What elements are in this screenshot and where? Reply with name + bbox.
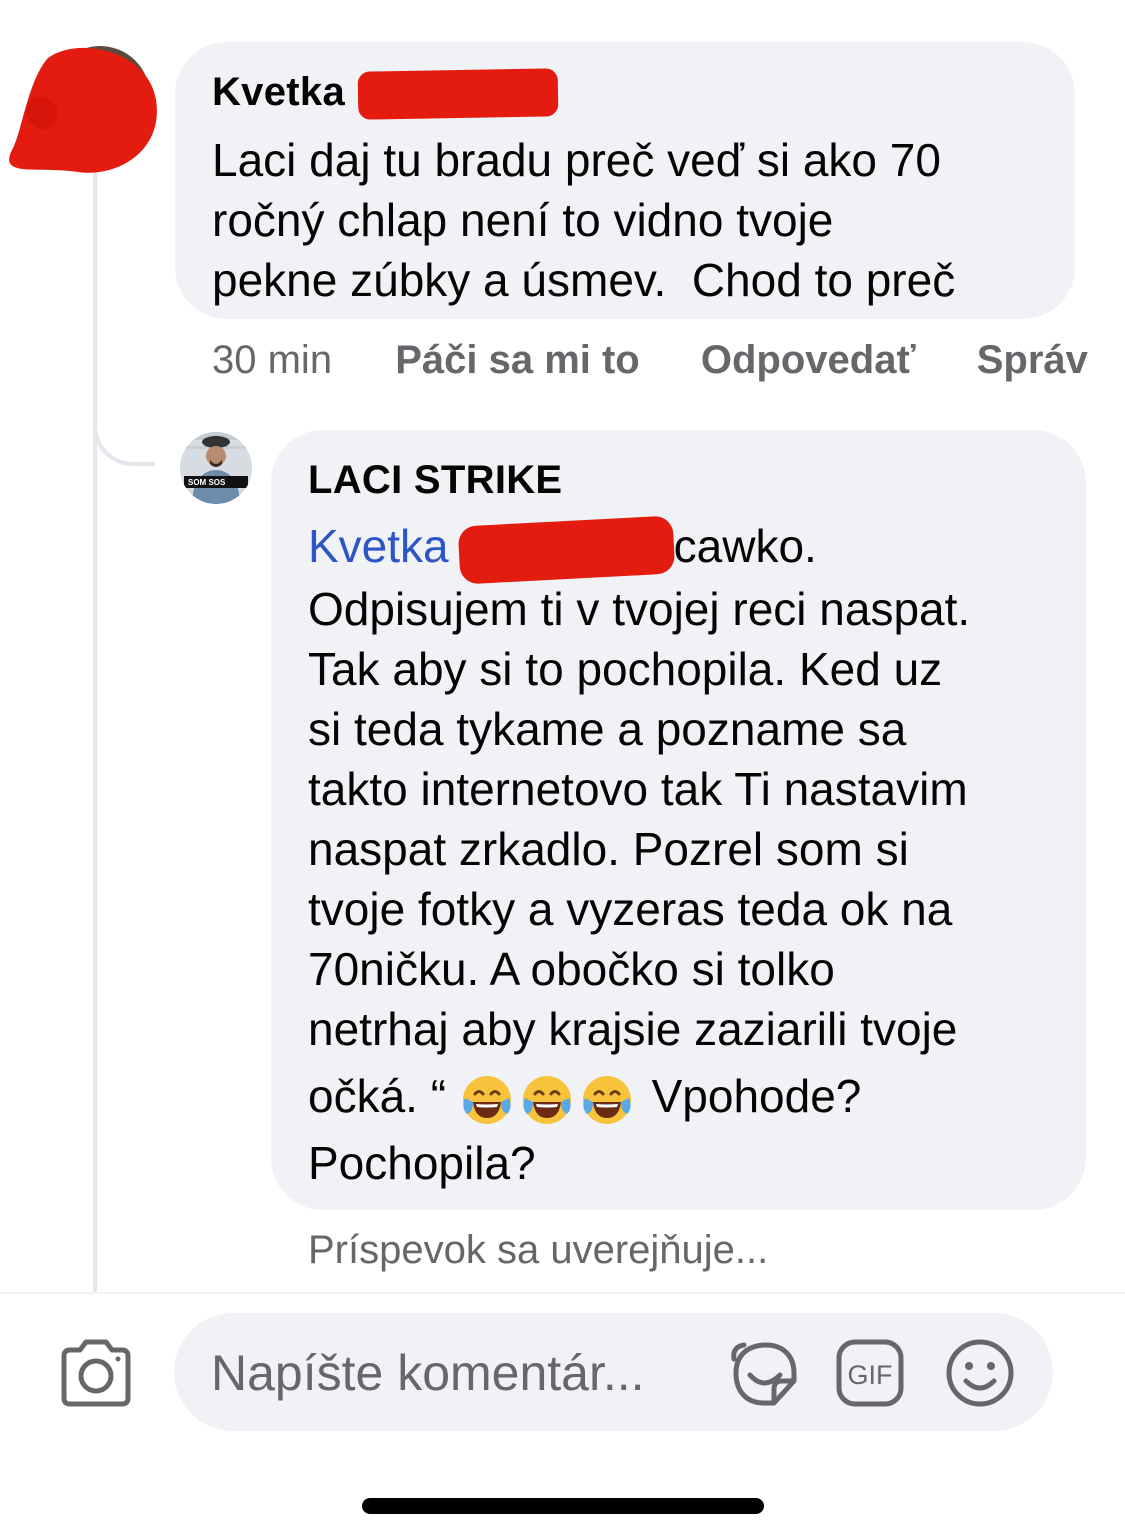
reply-text-fragment: Vpohode?	[651, 1069, 862, 1122]
mention-link[interactable]: Kvetka	[308, 520, 449, 572]
reply-text-line: Pochopila?	[308, 1136, 536, 1189]
reply-text-line: takto internetovo tak Ti nastavim	[308, 762, 968, 815]
comment-text-line: ročný chlap není to vidno tvoje	[212, 194, 834, 246]
comment-text-line: Laci daj tu bradu preč veď si ako 70	[212, 134, 941, 186]
reply-text-line: Kvetka cawko.	[308, 515, 1056, 585]
reply-text-line: netrhaj aby krajsie zaziarili tvoje	[308, 1002, 958, 1055]
reply-text-line: 70ničku. A obočko si tolko	[308, 942, 835, 995]
face-with-tears-of-joy-icon	[522, 1075, 571, 1124]
divider	[0, 1292, 1125, 1294]
gif-label: GIF	[848, 1360, 893, 1390]
reply-text-fragment: cawko.	[673, 520, 817, 572]
posting-status: Príspevok sa uverejňuje...	[308, 1228, 769, 1272]
face-with-tears-of-joy-icon	[582, 1075, 631, 1124]
reply-text-line: tvoje fotky a vyzeras teda ok na	[308, 882, 953, 935]
reply-text: Kvetka cawko. Odpisujem ti v tvojej reci …	[308, 515, 1056, 1193]
comment-composer: GIF	[174, 1313, 1053, 1431]
thread-line-branch	[93, 390, 155, 466]
comment-text: Laci daj tu bradu preč veď si ako 70 roč…	[212, 130, 1039, 310]
reply-avatar[interactable]: SOM SOS	[180, 432, 252, 504]
reply-button[interactable]: Odpovedať	[701, 338, 916, 382]
comment-author[interactable]: Kvetka	[212, 68, 1039, 120]
comment-timestamp[interactable]: 30 min	[212, 338, 332, 382]
reply-text-fragment: očká. “	[308, 1069, 447, 1122]
reply-bubble: LACI STRIKE Kvetka cawko. Odpisujem ti v …	[271, 430, 1086, 1210]
home-indicator[interactable]	[362, 1498, 764, 1514]
thread-line	[93, 165, 97, 1293]
reply-text-line: si teda tykame a pozname sa	[308, 702, 907, 755]
camera-icon[interactable]	[58, 1336, 134, 1408]
redaction-mark	[457, 515, 676, 585]
reply-text-line: Tak aby si to pochopila. Ked uz	[308, 642, 943, 695]
comment-author-name[interactable]: Kvetka	[212, 70, 345, 114]
emoji-group	[459, 1070, 639, 1124]
comment-text-line: pekne zúbky a úsmev. Chod to preč	[212, 254, 956, 306]
commenter-avatar-redacted[interactable]	[8, 40, 158, 180]
comment-bubble: Kvetka Laci daj tu bradu preč veď si ako…	[175, 42, 1075, 319]
comment-actions: 30 min Páči sa mi to Odpovedať Správ	[212, 336, 1125, 384]
comment-input[interactable]	[211, 1345, 711, 1401]
reply-author[interactable]: LACI STRIKE	[308, 458, 1056, 502]
svg-text:SOM SOS: SOM SOS	[188, 478, 226, 487]
gif-icon[interactable]: GIF	[834, 1337, 906, 1409]
more-button[interactable]: Správ	[977, 338, 1088, 382]
redaction-mark	[357, 68, 559, 120]
sticker-icon[interactable]	[728, 1337, 800, 1409]
reply-text-line: naspat zrkadlo. Pozrel som si	[308, 822, 909, 875]
emoji-icon[interactable]	[944, 1337, 1016, 1409]
like-button[interactable]: Páči sa mi to	[395, 338, 640, 382]
face-with-tears-of-joy-icon	[462, 1075, 511, 1124]
reply-text-line: očká. “ Vpohode?	[308, 1059, 1056, 1133]
reply-text-line: Odpisujem ti v tvojej reci naspat.	[308, 582, 971, 635]
